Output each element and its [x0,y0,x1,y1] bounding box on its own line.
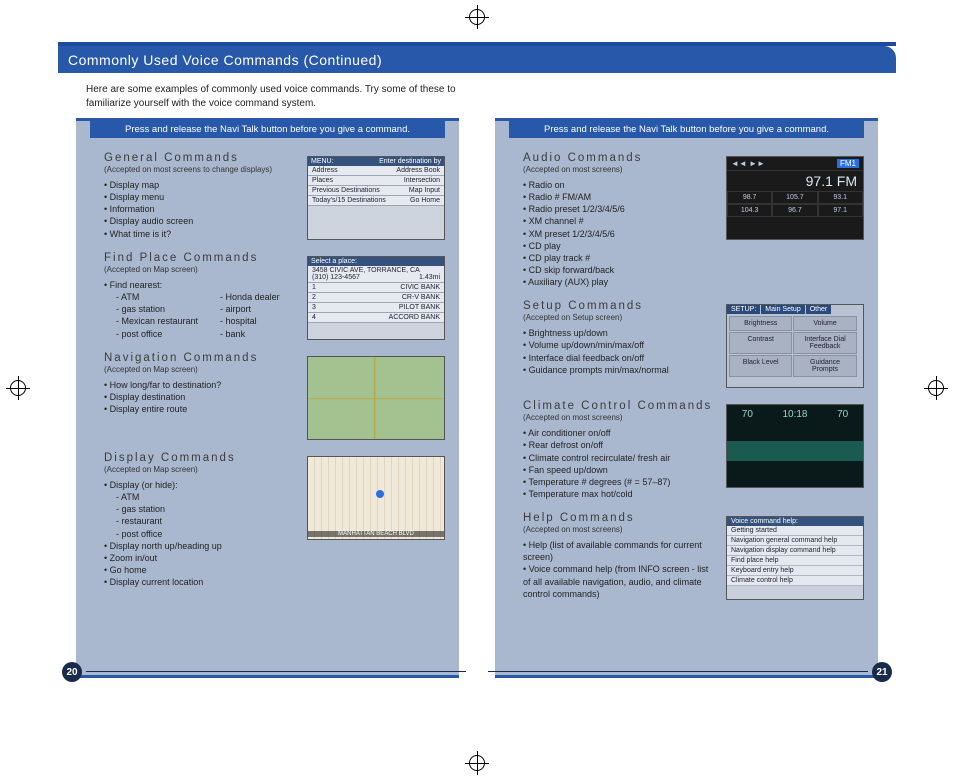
command-section: Help Commands (Accepted on most screens)… [495,508,878,608]
command-section: Audio Commands (Accepted on most screens… [495,148,878,296]
section-title: Navigation Commands [104,352,299,364]
command-section: General Commands (Accepted on most scree… [76,148,459,248]
section-subtitle: (Accepted on most screens) [523,525,718,534]
section-title: Audio Commands [523,152,718,164]
section-title: Setup Commands [523,300,718,312]
right-page: Press and release the Navi Talk button b… [477,118,896,678]
screenshot-list: Select a place:3458 CIVIC AVE, TORRANCE,… [307,256,445,340]
sub-list: ATMgas stationMexican restaurantpost off… [104,291,198,340]
section-title: Display Commands [104,452,299,464]
intro-text: Here are some examples of commonly used … [58,73,488,118]
section-subtitle: (Accepted on Setup screen) [523,313,718,322]
screenshot-help: Voice command help:Getting startedNaviga… [726,516,864,600]
bullet-list: Display (or hide): [104,479,299,491]
section-title: Help Commands [523,512,718,524]
command-section: Display Commands (Accepted on Map screen… [76,448,459,596]
left-page: Press and release the Navi Talk button b… [58,118,477,678]
bullet-list: Air conditioner on/offRear defrost on/of… [523,427,718,500]
screenshot-climate: 7010:1870 [726,404,864,488]
bullet-list: Help (list of available commands for cur… [523,539,718,600]
command-section: Find Place Commands (Accepted on Map scr… [76,248,459,348]
section-subtitle: (Accepted on Map screen) [104,365,299,374]
command-section: Climate Control Commands (Accepted on mo… [495,396,878,508]
instruction-bar: Press and release the Navi Talk button b… [90,121,445,138]
sub-list: Honda dealerairporthospitalbank [208,291,280,340]
section-title: Find Place Commands [104,252,299,264]
section-title: General Commands [104,152,299,164]
screenshot-city-map: MANHATTAN BEACH BLVD [307,456,445,540]
bullet-list: Radio onRadio # FM/AMRadio preset 1/2/3/… [523,179,718,288]
section-subtitle: (Accepted on most screens to change disp… [104,165,299,174]
command-section: Setup Commands (Accepted on Setup screen… [495,296,878,396]
instruction-bar: Press and release the Navi Talk button b… [509,121,864,138]
screenshot-setup: SETUP:Main SetupOtherBrightnessVolumeCon… [726,304,864,388]
section-subtitle: (Accepted on Map screen) [104,265,299,274]
sub-list: ATMgas stationrestaurantpost office [104,491,165,540]
page-title: Commonly Used Voice Commands (Continued) [58,46,896,73]
document-spread: Commonly Used Voice Commands (Continued)… [58,42,896,724]
section-subtitle: (Accepted on most screens) [523,413,718,422]
screenshot-radio: ◄◄ ►►FM197.1 FM98.7105.793.1104.396.797.… [726,156,864,240]
page-number-left: 20 [62,662,82,682]
section-title: Climate Control Commands [523,400,718,412]
bullet-list: Display mapDisplay menuInformationDispla… [104,179,299,240]
command-section: Navigation Commands (Accepted on Map scr… [76,348,459,448]
screenshot-menu: MENU:Enter destination byAddressAddress … [307,156,445,240]
bullet-list: Brightness up/downVolume up/down/min/max… [523,327,718,376]
section-subtitle: (Accepted on Map screen) [104,465,299,474]
bullet-list: How long/far to destination?Display dest… [104,379,299,415]
bullet-list: Find nearest: [104,279,299,291]
section-subtitle: (Accepted on most screens) [523,165,718,174]
screenshot-map [307,356,445,440]
page-number-right: 21 [872,662,892,682]
bullet-list: Display north up/heading upZoom in/outGo… [104,540,299,589]
